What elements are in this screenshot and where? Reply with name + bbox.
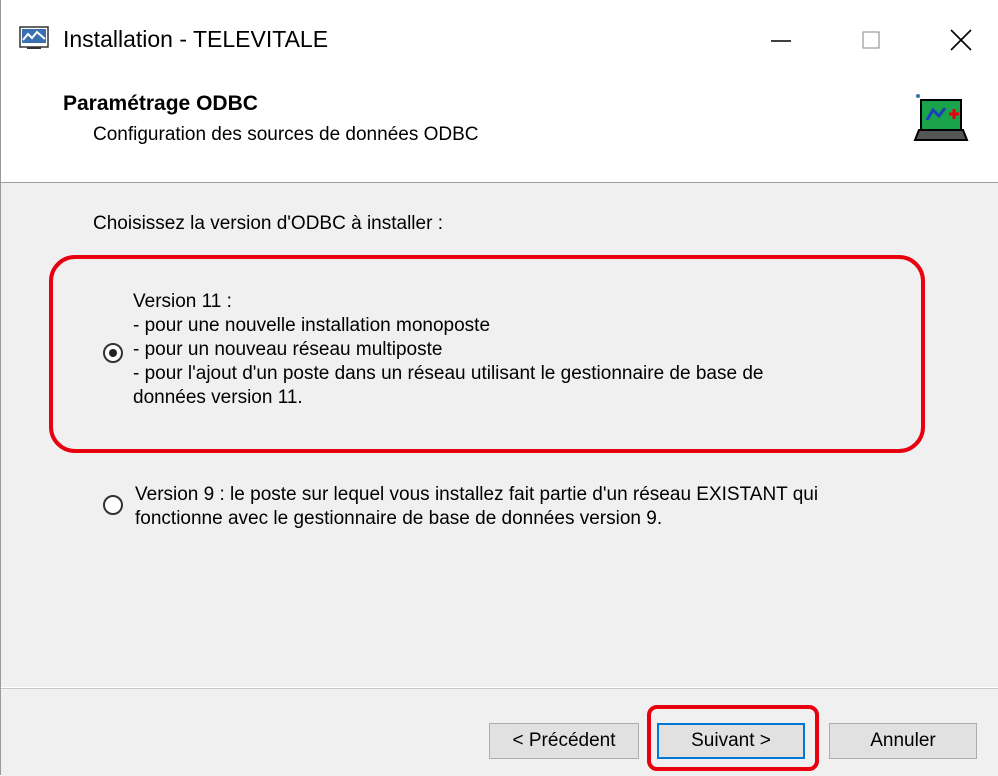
page-subtitle: Configuration des sources de données ODB… [93, 124, 479, 145]
option-line: Version 9 : le poste sur lequel vous ins… [135, 484, 819, 505]
radio-version-9[interactable] [103, 495, 123, 515]
option-line: fonctionne avec le gestionnaire de base … [135, 508, 663, 529]
radio-version-11[interactable] [103, 343, 123, 363]
option-line: - pour un nouveau réseau multiposte [133, 339, 443, 360]
close-button[interactable] [931, 12, 991, 68]
window-title: Installation - TELEVITALE [63, 26, 329, 52]
next-button[interactable]: Suivant > [657, 723, 805, 759]
title-bar[interactable]: Installation - TELEVITALE [1, 0, 998, 82]
option-line: - pour une nouvelle installation monopos… [133, 315, 491, 336]
installer-window: Installation - TELEVITALE Paramétrage OD… [0, 0, 998, 776]
wizard-header: Paramétrage ODBC Configuration des sourc… [1, 82, 998, 183]
app-icon [19, 26, 49, 49]
button-bar: < Précédent Suivant > Annuler [1, 688, 998, 776]
cancel-button[interactable]: Annuler [829, 723, 977, 759]
option-line: - pour l'ajout d'un poste dans un réseau… [133, 363, 764, 384]
option-line: données version 11. [133, 387, 303, 408]
page-title: Paramétrage ODBC [63, 92, 258, 115]
radio-selected-dot [109, 349, 117, 357]
content-panel: Choisissez la version d'ODBC à installer… [1, 183, 998, 687]
installer-computer-icon [913, 94, 969, 141]
maximize-button[interactable] [841, 12, 901, 68]
option-line: Version 11 : [133, 291, 232, 312]
option-version-11-label[interactable]: Version 11 : - pour une nouvelle install… [133, 290, 893, 410]
minimize-button[interactable] [751, 12, 811, 68]
option-version-9-label[interactable]: Version 9 : le poste sur lequel vous ins… [135, 483, 925, 531]
version-prompt: Choisissez la version d'ODBC à installer… [93, 213, 443, 234]
previous-button[interactable]: < Précédent [489, 723, 639, 759]
